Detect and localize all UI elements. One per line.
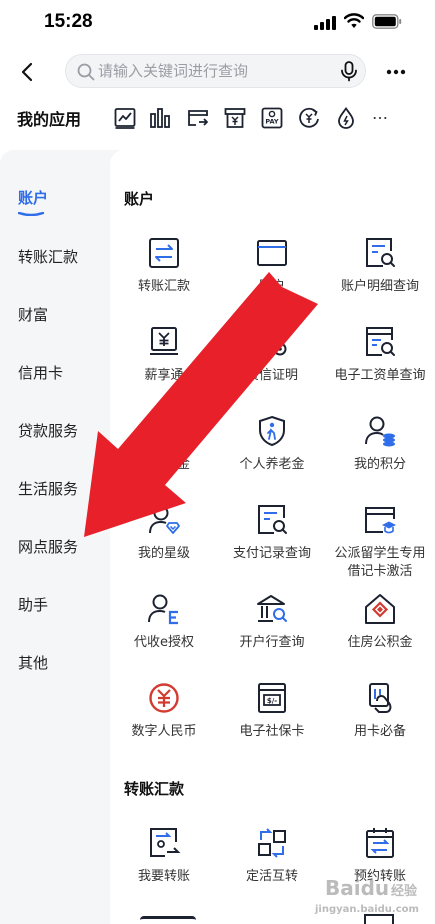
service-study-abroad-card[interactable]: 公派留学生专用 借记卡激活 <box>326 503 434 581</box>
service-content: 账户 转账汇款 账户 账户明细查询 薪享通 资信证明 电子工资单查询 企业年金 … <box>110 150 435 924</box>
points-user-icon <box>365 416 395 447</box>
service-payslip[interactable]: 电子工资单查询 <box>326 325 434 385</box>
star-level-user-icon <box>149 505 180 534</box>
sidebar-item-account[interactable]: 账户 <box>18 187 48 208</box>
section-title-transfer: 转账汇款 <box>124 780 185 798</box>
service-account[interactable]: 账户 <box>218 236 326 296</box>
service-transfer-now[interactable]: 我要转账 <box>110 826 218 886</box>
sidebar-item-branch[interactable]: 网点服务 <box>18 536 78 557</box>
service-social-security-card[interactable]: $/- 电子社保卡 <box>218 681 326 741</box>
battery-icon <box>372 14 402 29</box>
account-icon <box>257 240 287 266</box>
transfer-card-icon[interactable] <box>186 106 210 130</box>
service-housing-fund[interactable]: 住房公积金 <box>326 592 434 652</box>
collection-authorize-icon <box>148 594 178 625</box>
service-annuity[interactable]: 企业年金 <box>110 414 218 474</box>
sidebar-item-credit-card[interactable]: 信用卡 <box>18 362 63 383</box>
bar-chart-icon[interactable] <box>148 106 172 130</box>
payment-record-search-icon <box>258 505 287 534</box>
sidebar-item-life[interactable]: 生活服务 <box>18 478 78 499</box>
wifi-icon <box>344 13 364 28</box>
sidebar-item-wealth[interactable]: 财富 <box>18 304 48 325</box>
baidu-watermark: Baidu 经验 jingyan.baidu.com <box>305 872 430 922</box>
more-apps-ellipsis[interactable]: … <box>372 104 388 123</box>
status-time: 15:28 <box>44 11 93 32</box>
watermark-domain: jingyan.baidu.com <box>315 904 419 915</box>
service-pension[interactable]: 个人养老金 <box>218 414 326 474</box>
sidebar-item-other[interactable]: 其他 <box>18 652 48 673</box>
account-detail-search-icon <box>366 238 395 267</box>
housing-fund-icon <box>365 594 395 624</box>
service-salary[interactable]: 薪享通 <box>110 325 218 385</box>
status-bar: 15:28 <box>0 0 435 44</box>
fixed-current-swap-icon <box>258 828 286 858</box>
service-transfer[interactable]: 转账汇款 <box>110 236 218 296</box>
social-security-card-icon: $/- <box>258 683 286 713</box>
microphone-icon[interactable] <box>338 60 360 82</box>
service-bank-branch-search[interactable]: 开户行查询 <box>218 592 326 652</box>
pension-shield-icon <box>259 415 285 447</box>
service-card-essentials[interactable]: 用卡必备 <box>326 681 434 741</box>
salary-icon <box>150 327 178 355</box>
service-credit-certificate[interactable]: 资信证明 <box>218 325 326 385</box>
service-collection-authorize[interactable]: 代收e授权 <box>110 592 218 652</box>
transfer-icon <box>149 238 179 268</box>
watermark-brand: Baidu <box>325 876 390 900</box>
card-essentials-icon <box>369 683 392 713</box>
service-digital-rmb[interactable]: 数字人民币 <box>110 681 218 741</box>
sidebar-item-assistant[interactable]: 助手 <box>18 594 48 615</box>
service-account-detail[interactable]: 账户明细查询 <box>326 236 434 296</box>
search-icon <box>77 63 95 81</box>
bank-branch-search-icon <box>257 595 287 622</box>
transfer-user-icon <box>150 828 181 857</box>
pay-icon[interactable]: PAY <box>260 106 284 130</box>
search-box[interactable] <box>65 54 366 88</box>
study-abroad-card-icon <box>365 507 396 534</box>
payslip-search-icon <box>366 327 395 356</box>
service-payment-record[interactable]: 支付记录查询 <box>218 503 326 563</box>
active-indicator <box>18 212 44 216</box>
digital-rmb-icon <box>149 683 179 713</box>
more-options-icon[interactable] <box>384 60 408 84</box>
trend-chart-icon[interactable] <box>113 106 137 130</box>
svg-text:$/-: $/- <box>267 697 277 705</box>
yuan-box-icon[interactable] <box>223 106 247 130</box>
scheduled-transfer-icon <box>366 828 394 858</box>
sidebar-item-loan[interactable]: 贷款服务 <box>18 420 78 441</box>
yuan-exchange-icon[interactable] <box>297 106 321 130</box>
sidebar-item-transfer[interactable]: 转账汇款 <box>18 246 78 267</box>
svg-text:PAY: PAY <box>265 118 279 126</box>
section-title-account: 账户 <box>124 190 155 208</box>
water-drop-icon[interactable] <box>334 106 358 130</box>
watermark-sub: 经验 <box>391 884 418 899</box>
service-points[interactable]: 我的积分 <box>326 414 434 474</box>
signal-icon <box>314 16 336 30</box>
partial-icon-left <box>140 916 196 924</box>
my-apps-row: 我的应用 PAY … <box>0 100 435 136</box>
search-row <box>0 52 435 92</box>
back-icon[interactable] <box>16 60 40 84</box>
credit-certificate-icon <box>258 327 287 356</box>
search-input[interactable] <box>98 55 328 87</box>
annuity-bag-icon <box>151 417 177 444</box>
my-apps-title: 我的应用 <box>17 110 82 129</box>
service-star-level[interactable]: 我的星级 <box>110 503 218 563</box>
